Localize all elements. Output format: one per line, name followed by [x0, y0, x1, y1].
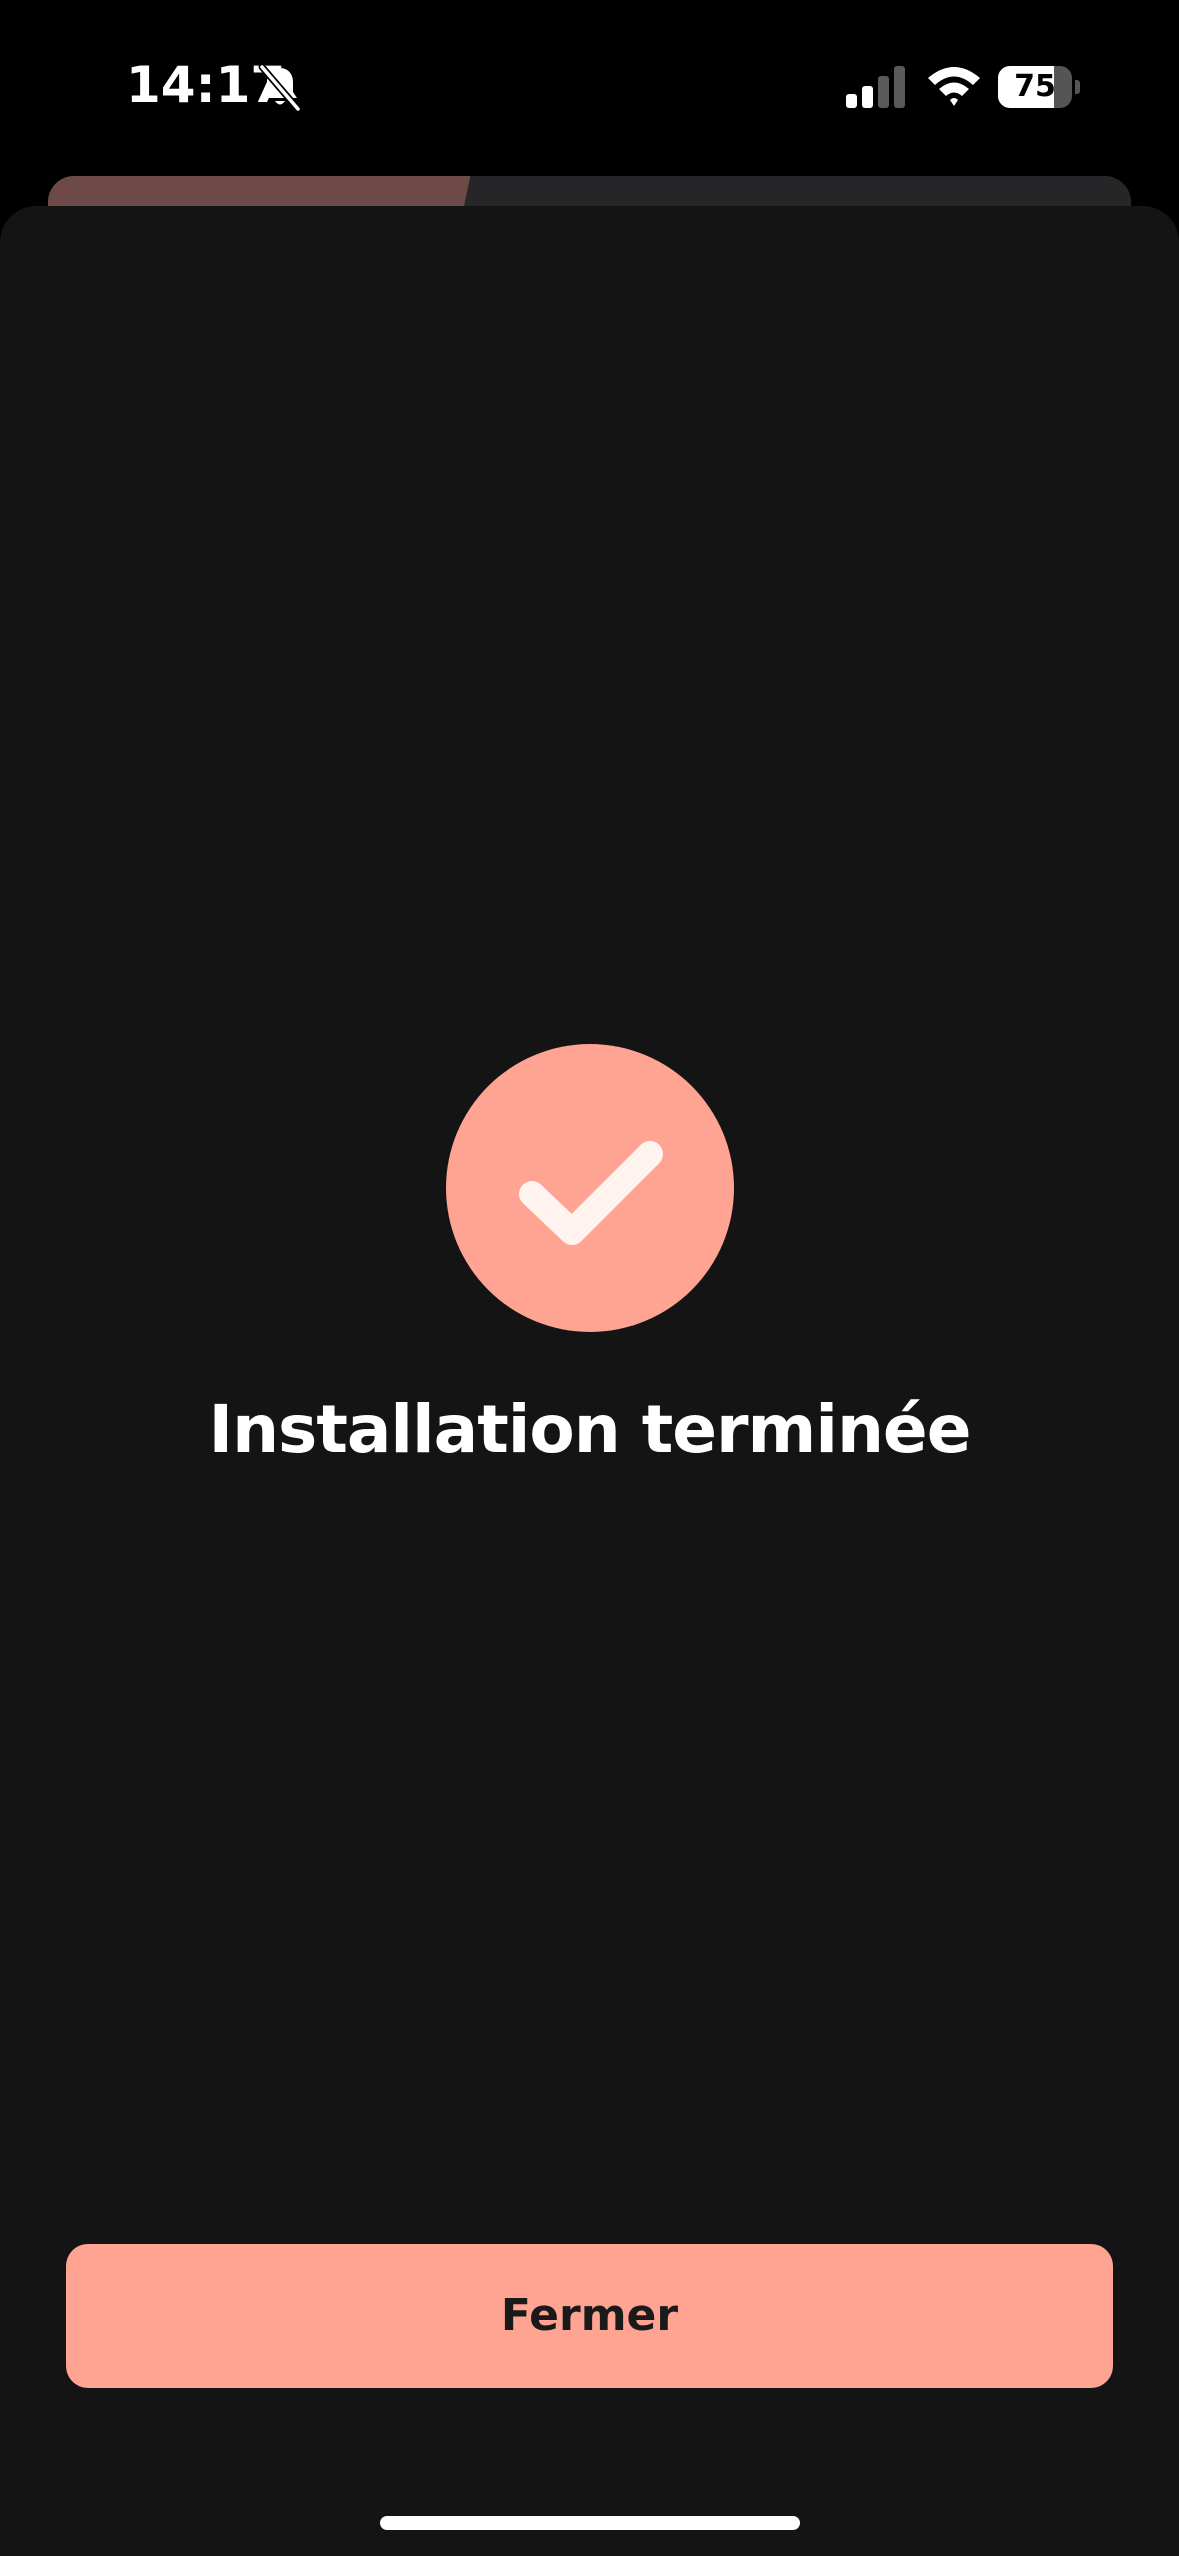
checkmark-icon [519, 1141, 663, 1245]
wifi-icon [926, 64, 982, 108]
battery-level: 75 [1014, 69, 1056, 104]
battery-cap [1075, 80, 1080, 94]
cellular-signal-icon [846, 66, 906, 108]
close-button-label: Fermer [500, 2290, 679, 2341]
battery-body: 75 [998, 66, 1072, 108]
battery-indicator: 75 [998, 66, 1082, 108]
status-bar: 14:17 75 [0, 0, 1179, 170]
bell-slash-icon [258, 63, 302, 113]
page-title: Installation terminée [208, 1391, 972, 1468]
success-badge [446, 1044, 734, 1332]
home-indicator[interactable] [380, 2516, 800, 2530]
close-button[interactable]: Fermer [66, 2244, 1113, 2388]
